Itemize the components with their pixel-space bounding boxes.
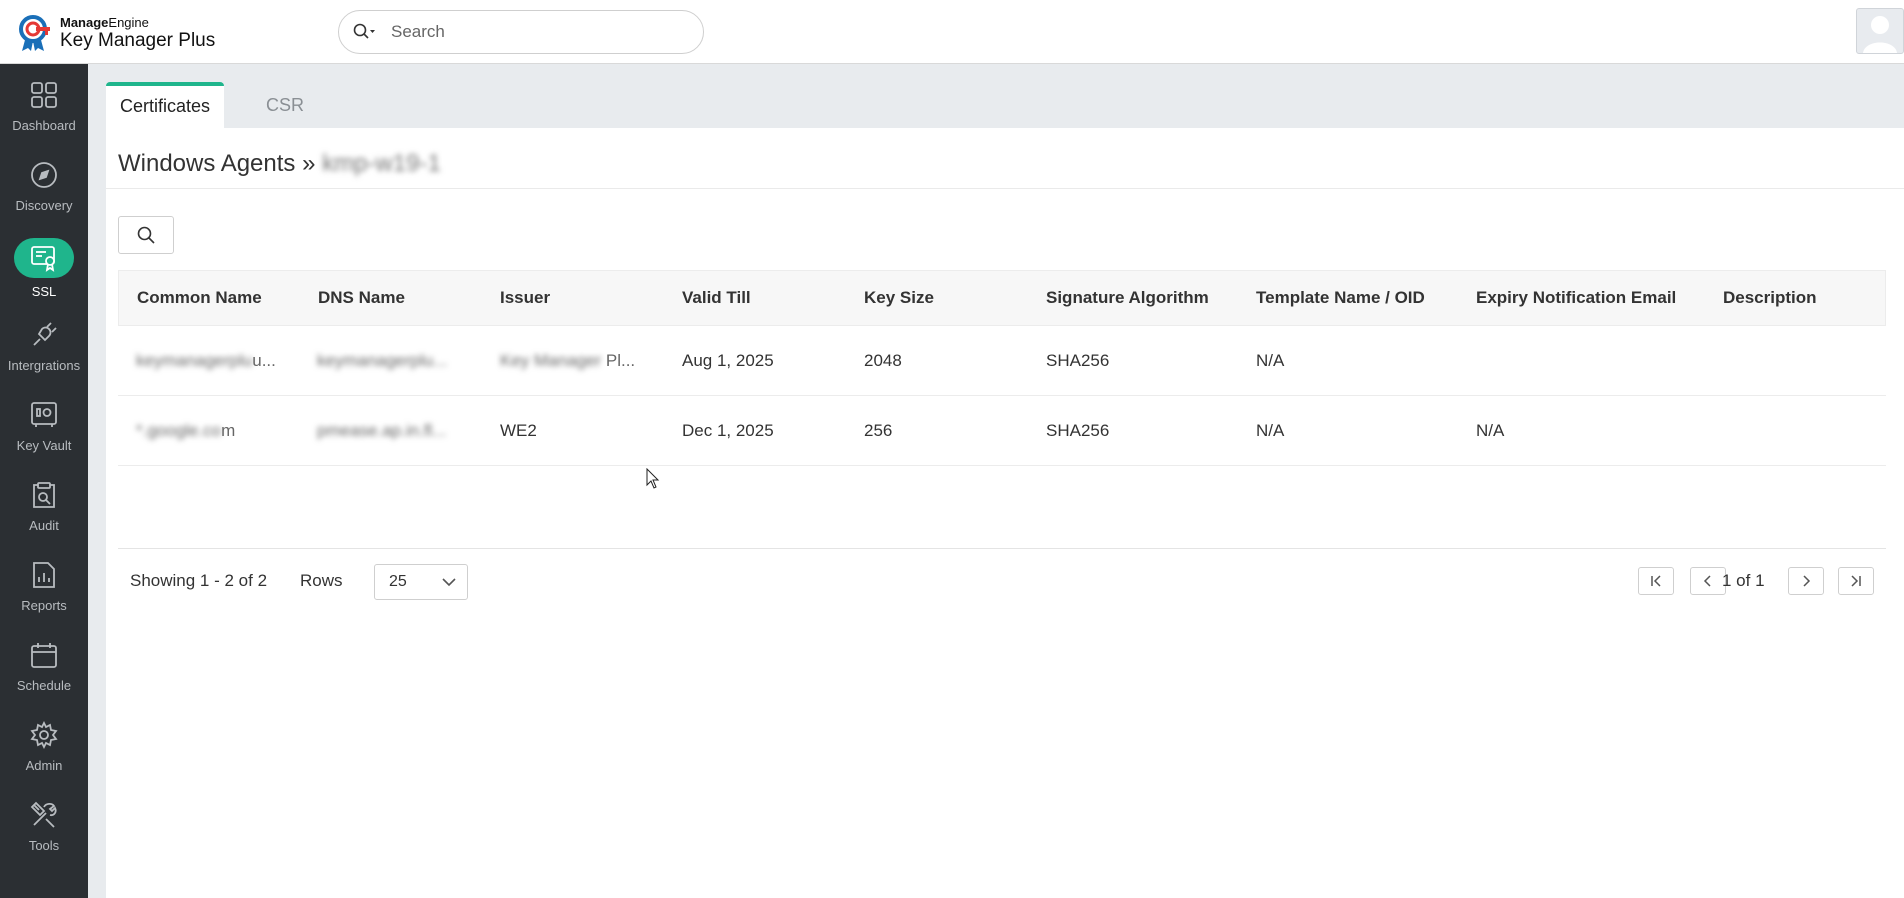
sidebar-item-label: Audit: [29, 518, 59, 533]
tab-csr[interactable]: CSR: [246, 82, 324, 128]
reports-icon: [29, 560, 59, 590]
search-icon: [137, 226, 155, 244]
sidebar-item-reports[interactable]: Reports: [0, 554, 88, 626]
sidebar-item-label: Reports: [21, 598, 67, 613]
divider: [118, 548, 1886, 549]
brand-name: ManageEngine: [60, 15, 149, 30]
cell-issuer: WE2: [500, 421, 537, 440]
column-header-dns-name[interactable]: DNS Name: [318, 271, 405, 325]
table-search-button[interactable]: [118, 216, 174, 254]
sidebar-item-discovery[interactable]: Discovery: [0, 154, 88, 226]
table-header: Common Name DNS Name Issuer Valid Till K…: [118, 270, 1886, 326]
last-page-button[interactable]: [1838, 567, 1874, 595]
certificates-table: Common Name DNS Name Issuer Valid Till K…: [118, 270, 1886, 466]
search-input[interactable]: [389, 21, 683, 43]
certificate-icon: [14, 238, 74, 278]
plug-icon: [29, 320, 59, 350]
last-page-icon: [1851, 575, 1861, 587]
product-name: Key Manager Plus: [60, 30, 216, 51]
user-avatar[interactable]: [1856, 8, 1904, 54]
sidebar-item-audit[interactable]: Audit: [0, 474, 88, 546]
key-manager-logo-icon: [19, 15, 50, 51]
cell-valid-till: Dec 1, 2025: [682, 421, 774, 440]
dashboard-icon: [29, 80, 59, 110]
breadcrumb-current: kmp-w19-1: [322, 150, 441, 177]
rows-per-page-value: 25: [389, 573, 407, 590]
vault-icon: [29, 400, 59, 430]
sidebar-item-label: Tools: [28, 838, 60, 853]
column-header-key-size[interactable]: Key Size: [864, 271, 934, 325]
first-page-button[interactable]: [1638, 567, 1674, 595]
global-search[interactable]: [338, 10, 704, 54]
audit-icon: [29, 480, 59, 510]
sidebar-item-label: Schedule: [16, 678, 72, 693]
sidebar-item-label: Dashboard: [12, 118, 76, 133]
sidebar-item-key-vault[interactable]: Key Vault: [0, 394, 88, 466]
logo[interactable]: ManageEngine Key Manager Plus: [18, 14, 215, 52]
table-row[interactable]: *.google.com pmease.ap.in.fl... WE2 Dec …: [118, 396, 1886, 466]
column-header-template[interactable]: Template Name / OID: [1256, 271, 1425, 325]
top-bar: ManageEngine Key Manager Plus: [0, 0, 1904, 64]
first-page-icon: [1651, 575, 1661, 587]
main-content: Certificates CSR Windows Agents » kmp-w1…: [88, 64, 1904, 898]
column-header-signature-algorithm[interactable]: Signature Algorithm: [1046, 271, 1209, 325]
cell-key-size: 256: [864, 421, 893, 440]
chevron-right-icon: [1803, 575, 1811, 587]
cell-template: N/A: [1256, 351, 1285, 370]
column-header-common-name[interactable]: Common Name: [137, 271, 262, 325]
tools-icon: [29, 800, 59, 830]
cell-valid-till: Aug 1, 2025: [682, 351, 774, 370]
search-icon[interactable]: [353, 23, 379, 41]
cell-expiry-email: N/A: [1476, 421, 1505, 440]
sidebar-item-tools[interactable]: Tools: [0, 794, 88, 866]
tab-bar: Certificates CSR: [106, 82, 324, 128]
sidebar-item-integrations[interactable]: Intergrations: [0, 314, 88, 386]
certificates-panel: Windows Agents » kmp-w19-1 Common Name D…: [106, 128, 1904, 898]
previous-page-button[interactable]: [1690, 567, 1726, 595]
chevron-down-icon: [442, 578, 456, 587]
gear-icon: [29, 720, 59, 750]
cell-dns-name: pmease.ap.in.fl...: [317, 421, 447, 440]
sidebar-item-label: Key Vault: [16, 438, 72, 453]
sidebar-item-label: Discovery: [15, 198, 73, 213]
breadcrumb-parent[interactable]: Windows Agents »: [118, 150, 315, 177]
showing-count: Showing 1 - 2 of 2: [130, 571, 268, 590]
column-header-expiry-email[interactable]: Expiry Notification Email: [1476, 271, 1676, 325]
divider: [106, 188, 1904, 189]
mouse-cursor-icon: [646, 468, 660, 489]
calendar-icon: [29, 640, 59, 670]
sidebar-item-label: Intergrations: [7, 358, 81, 373]
cell-signature-algorithm: SHA256: [1046, 421, 1110, 440]
breadcrumb: Windows Agents » kmp-w19-1: [118, 150, 441, 178]
cell-signature-algorithm: SHA256: [1046, 351, 1110, 370]
sidebar-item-dashboard[interactable]: Dashboard: [0, 74, 88, 146]
sidebar-item-ssl[interactable]: SSL: [0, 236, 88, 308]
cell-issuer: Key Manager Pl...: [500, 351, 636, 370]
compass-icon: [29, 160, 59, 190]
rows-label: Rows: [300, 571, 343, 590]
column-header-issuer[interactable]: Issuer: [500, 271, 550, 325]
page-info: 1 of 1: [1722, 571, 1765, 590]
cell-template: N/A: [1256, 421, 1285, 440]
cell-key-size: 2048: [864, 351, 902, 370]
column-header-description[interactable]: Description: [1723, 271, 1817, 325]
tab-certificates[interactable]: Certificates: [106, 82, 225, 128]
cell-common-name[interactable]: keymanagerpluu...: [136, 326, 276, 395]
sidebar-item-label: SSL: [31, 284, 57, 299]
chevron-left-icon: [1703, 575, 1711, 587]
next-page-button[interactable]: [1788, 567, 1824, 595]
cell-common-name[interactable]: *.google.com: [136, 396, 235, 465]
rows-per-page-select[interactable]: 25: [374, 564, 468, 600]
sidebar-item-admin[interactable]: Admin: [0, 714, 88, 786]
table-row[interactable]: keymanagerpluu... keymanagerplu... Key M…: [118, 326, 1886, 396]
cell-dns-name: keymanagerplu...: [317, 351, 448, 370]
sidebar-item-label: Admin: [25, 758, 63, 773]
sidebar: Dashboard Discovery SSL Intergrations Ke…: [0, 64, 88, 898]
column-header-valid-till[interactable]: Valid Till: [682, 271, 751, 325]
sidebar-item-schedule[interactable]: Schedule: [0, 634, 88, 706]
